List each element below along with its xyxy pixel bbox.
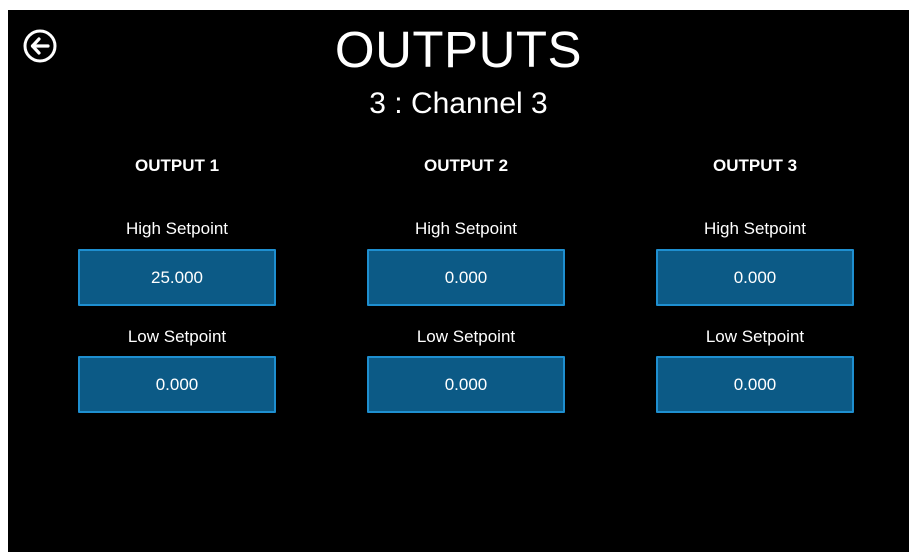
output-1-high-setpoint-field[interactable]: 25.000 [78,249,276,306]
output-3-panel: OUTPUT 3 High Setpoint 0.000 Low Setpoin… [656,10,854,552]
output-2-high-setpoint-field[interactable]: 0.000 [367,249,565,306]
output-3-high-setpoint-field[interactable]: 0.000 [656,249,854,306]
output-1-heading: OUTPUT 1 [134,156,220,175]
output-2-panel: OUTPUT 2 High Setpoint 0.000 Low Setpoin… [367,10,565,552]
output-3-low-setpoint-label: Low Setpoint [705,327,805,346]
output-1-low-setpoint-label: Low Setpoint [127,327,227,346]
output-2-high-setpoint-label: High Setpoint [414,219,518,238]
output-2-heading: OUTPUT 2 [423,156,509,175]
output-2-low-setpoint-field[interactable]: 0.000 [367,356,565,413]
output-3-heading: OUTPUT 3 [712,156,798,175]
output-1-panel: OUTPUT 1 High Setpoint 25.000 Low Setpoi… [78,10,276,552]
outputs-screen: OUTPUTS 3 : Channel 3 OUTPUT 1 High Setp… [8,10,909,552]
output-1-high-setpoint-label: High Setpoint [125,219,229,238]
output-1-low-setpoint-field[interactable]: 0.000 [78,356,276,413]
output-2-low-setpoint-label: Low Setpoint [416,327,516,346]
output-3-high-setpoint-label: High Setpoint [703,219,807,238]
output-3-low-setpoint-field[interactable]: 0.000 [656,356,854,413]
